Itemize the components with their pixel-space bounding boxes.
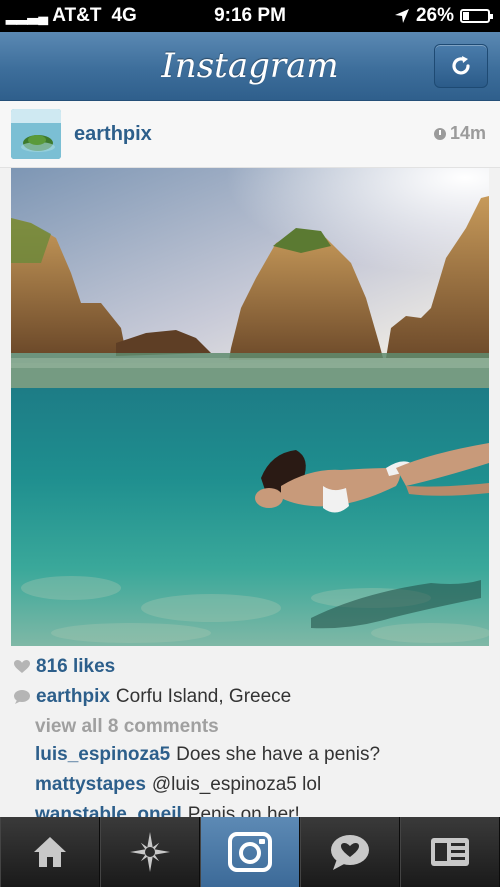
tab-profile[interactable]	[400, 817, 500, 887]
tab-activity[interactable]	[300, 817, 400, 887]
comment-item: luis_espinoza5 Does she have a penis?	[35, 744, 380, 766]
comment-text: @luis_espinoza5 lol	[151, 774, 322, 795]
comment-item: wanstable_oneil Penis on her!	[35, 804, 300, 818]
battery-percent: 26%	[415, 5, 454, 26]
comment-text: Penis on her!	[187, 804, 300, 818]
view-comments-label[interactable]: view all 8 comments	[35, 716, 219, 738]
activity-icon	[331, 835, 369, 870]
profile-icon	[431, 838, 469, 866]
comment-item: mattystapes @luis_espinoza5 lol	[35, 774, 321, 796]
post-meta: 816 likes earthpix Corfu Island, Greece …	[0, 648, 500, 818]
post-time: 14m	[433, 123, 486, 144]
underwater-photo	[11, 168, 489, 646]
caption-text: Corfu Island, Greece	[115, 686, 292, 707]
post-header: earthpix 14m	[0, 101, 500, 168]
likes-row[interactable]: 816 likes	[14, 656, 115, 678]
tab-explore[interactable]	[100, 817, 200, 887]
view-comments-link[interactable]: view all 8 comments	[35, 716, 219, 738]
likes-count[interactable]: 816 likes	[36, 656, 115, 678]
comment-text: Does she have a penis?	[176, 744, 381, 765]
home-icon	[34, 837, 66, 867]
app-logo: Instagram	[161, 46, 339, 86]
caption-username[interactable]: earthpix	[36, 686, 110, 708]
avatar-island-image	[11, 109, 61, 159]
tab-bar	[0, 817, 500, 887]
comment-username[interactable]: mattystapes	[35, 774, 146, 796]
comment-username[interactable]: luis_espinoza5	[35, 744, 170, 766]
post-username[interactable]: earthpix	[74, 123, 152, 146]
status-bar: ▂▂▃▄ AT&T 4G 9:16 PM 26%	[0, 0, 500, 32]
clock-icon	[433, 127, 446, 140]
heart-icon	[14, 660, 30, 673]
avatar[interactable]	[11, 109, 61, 159]
battery-icon	[460, 9, 493, 23]
caption-row: earthpix Corfu Island, Greece	[14, 686, 291, 708]
post-time-label: 14m	[449, 123, 486, 143]
comment-bubble-icon	[14, 690, 30, 704]
post-photo[interactable]	[11, 168, 489, 646]
comment-username[interactable]: wanstable_oneil	[35, 804, 182, 818]
refresh-icon	[452, 56, 470, 75]
tab-home[interactable]	[0, 817, 100, 887]
tab-camera[interactable]	[200, 817, 300, 887]
location-arrow-icon	[394, 9, 409, 23]
refresh-button[interactable]	[434, 44, 488, 88]
explore-icon	[130, 832, 170, 872]
nav-bar: Instagram	[0, 32, 500, 101]
camera-icon	[228, 832, 272, 872]
